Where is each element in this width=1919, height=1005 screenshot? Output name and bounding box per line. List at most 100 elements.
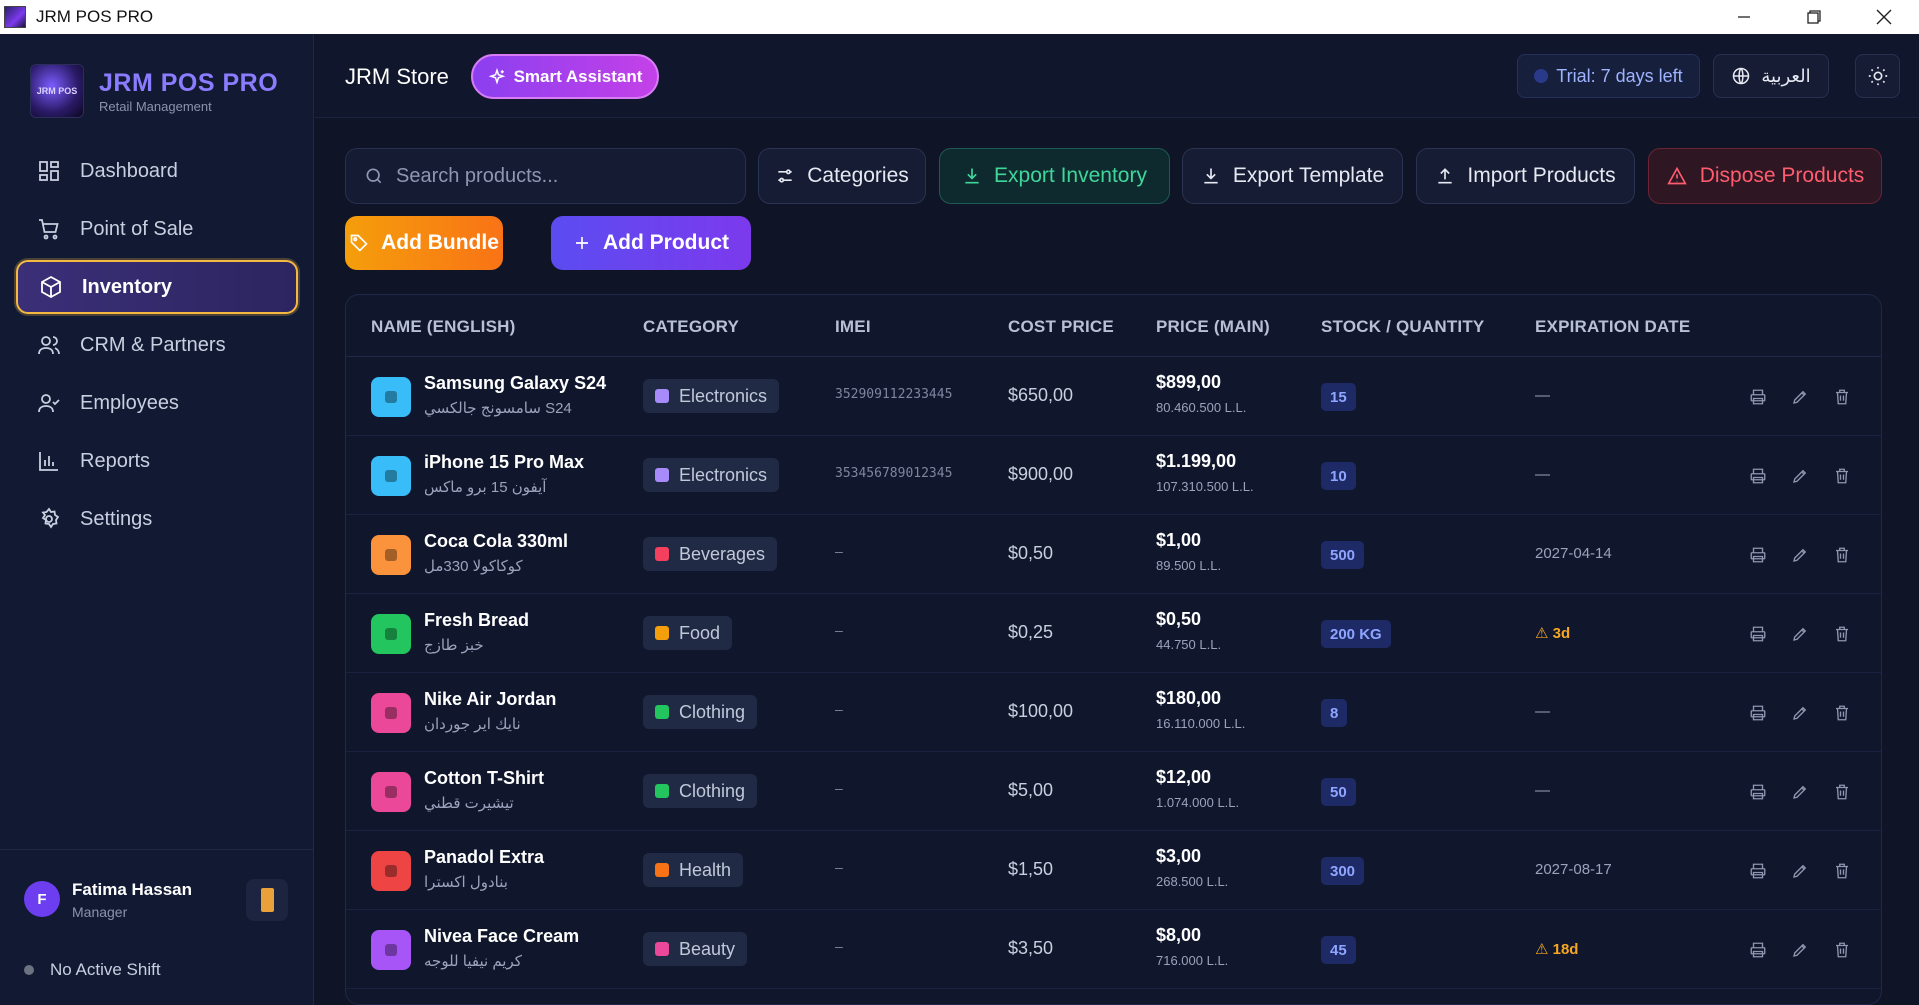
table-row[interactable]: Fresh Bread خبز طازج Food – $0,25 $0,50 44.750… (346, 594, 1881, 673)
expiration-date: — (1535, 703, 1550, 720)
sidebar-item-inventory[interactable]: Inventory (16, 260, 298, 314)
sidebar-item-settings[interactable]: Settings (16, 492, 298, 546)
delete-icon[interactable] (1830, 622, 1854, 646)
edit-icon[interactable] (1788, 464, 1812, 488)
print-icon[interactable] (1746, 701, 1770, 725)
window-controls (1709, 0, 1919, 34)
product-name: Cotton T-Shirt (424, 768, 544, 788)
sidebar-item-label: CRM & Partners (80, 333, 226, 356)
sparkle-icon (488, 67, 505, 85)
close-icon (1876, 9, 1892, 25)
sidebar-item-point-of-sale[interactable]: Point of Sale (16, 202, 298, 256)
add-product-button[interactable]: Add Product (551, 216, 751, 270)
row-actions (1746, 938, 1872, 962)
export-inventory-button[interactable]: Export Inventory (939, 148, 1170, 204)
table-row[interactable]: Coca Cola 330ml كوكاكولا 330مل Beverages – $… (346, 515, 1881, 594)
edit-icon[interactable] (1788, 859, 1812, 883)
sidebar-item-label: Settings (80, 507, 153, 530)
table-row[interactable]: Panadol Extra بنادول اكسترا Health – $1,50 $3… (346, 831, 1881, 910)
product-image (371, 377, 411, 417)
expiration-date: 2027-08-17 (1535, 861, 1612, 878)
edit-icon[interactable] (1788, 385, 1812, 409)
delete-icon[interactable] (1830, 701, 1854, 725)
product-name: Samsung Galaxy S24 (424, 373, 607, 393)
delete-icon[interactable] (1830, 464, 1854, 488)
category-label: Beverages (679, 543, 766, 564)
column-header-name[interactable]: NAME (ENGLISH) (371, 317, 515, 337)
edit-icon[interactable] (1788, 780, 1812, 804)
category-badge: Clothing (643, 774, 758, 808)
theme-toggle-button[interactable] (1855, 54, 1900, 98)
sidebar: JRM POS JRM POS PRO Retail Management Da… (0, 34, 314, 1005)
price-lbp: 1.074.000 L.L. (1156, 795, 1240, 810)
category-icon (655, 389, 669, 403)
print-icon[interactable] (1746, 622, 1770, 646)
brand: JRM POS JRM POS PRO Retail Management (30, 64, 278, 118)
column-header-expiration[interactable]: EXPIRATION DATE (1535, 317, 1690, 337)
edit-icon[interactable] (1788, 543, 1812, 567)
dashboard-icon (36, 158, 62, 184)
close-button[interactable] (1849, 0, 1919, 34)
delete-icon[interactable] (1830, 859, 1854, 883)
table-row[interactable]: Nivea Face Cream كريم نيفيا للوجه Beauty – $… (346, 910, 1881, 989)
price-lbp: 107.310.500 L.L. (1156, 479, 1254, 494)
categories-button[interactable]: Categories (758, 148, 926, 204)
category-icon (655, 468, 669, 482)
search-input[interactable] (396, 164, 716, 188)
search-box[interactable] (345, 148, 746, 204)
import-products-button[interactable]: Import Products (1416, 148, 1635, 204)
column-header-stock[interactable]: STOCK / QUANTITY (1321, 317, 1484, 337)
sidebar-item-reports[interactable]: Reports (16, 434, 298, 488)
category-badge: Electronics (643, 458, 780, 492)
column-header-category[interactable]: CATEGORY (643, 317, 739, 337)
delete-icon[interactable] (1830, 543, 1854, 567)
delete-icon[interactable] (1830, 385, 1854, 409)
print-icon[interactable] (1746, 780, 1770, 804)
edit-icon[interactable] (1788, 938, 1812, 962)
column-header-imei[interactable]: IMEI (835, 317, 871, 337)
column-header-price[interactable]: PRICE (MAIN) (1156, 317, 1270, 337)
print-icon[interactable] (1746, 938, 1770, 962)
user-check-icon (36, 390, 62, 416)
inventory-table: NAME (ENGLISH) CATEGORY IMEI COST PRICE … (345, 294, 1882, 1005)
category-icon (655, 942, 669, 956)
print-icon[interactable] (1746, 464, 1770, 488)
avatar[interactable]: F (24, 881, 60, 917)
stock-badge: 8 (1321, 699, 1348, 727)
tag-icon (350, 234, 368, 252)
dispose-products-button[interactable]: Dispose Products (1648, 148, 1882, 204)
print-icon[interactable] (1746, 385, 1770, 409)
table-row[interactable]: Nike Air Jordan نايك اير جوردان Clothing – $… (346, 673, 1881, 752)
column-header-cost-price[interactable]: COST PRICE (1008, 317, 1114, 337)
logout-button[interactable] (246, 879, 288, 921)
stock-badge: 15 (1321, 383, 1356, 411)
export-template-button[interactable]: Export Template (1182, 148, 1403, 204)
edit-icon[interactable] (1788, 701, 1812, 725)
minimize-button[interactable] (1709, 0, 1779, 34)
expiration-date: 2027-04-14 (1535, 545, 1612, 562)
edit-icon[interactable] (1788, 622, 1812, 646)
sidebar-item-crm-partners[interactable]: CRM & Partners (16, 318, 298, 372)
trial-badge[interactable]: Trial: 7 days left (1517, 54, 1700, 98)
add-bundle-button[interactable]: Add Bundle (345, 216, 503, 270)
smart-assistant-button[interactable]: Smart Assistant (471, 54, 659, 99)
table-row[interactable]: iPhone 15 Pro Max آيفون 15 برو ماكس Electr… (346, 436, 1881, 515)
sidebar-item-employees[interactable]: Employees (16, 376, 298, 430)
restore-button[interactable] (1779, 0, 1849, 34)
print-icon[interactable] (1746, 543, 1770, 567)
dispose-products-label: Dispose Products (1699, 164, 1865, 187)
language-button[interactable]: العربية (1713, 54, 1829, 98)
imei-value: – (835, 940, 843, 955)
delete-icon[interactable] (1830, 780, 1854, 804)
sidebar-item-dashboard[interactable]: Dashboard (16, 144, 298, 198)
print-icon[interactable] (1746, 859, 1770, 883)
price-lbp: 89.500 L.L. (1156, 558, 1222, 573)
delete-icon[interactable] (1830, 938, 1854, 962)
table-row[interactable]: Samsung Galaxy S24 سامسونج جالكسي S24 Elec… (346, 357, 1881, 436)
product-image (371, 614, 411, 654)
minimize-icon (1738, 16, 1750, 18)
category-badge: Health (643, 853, 744, 887)
imei-value: – (835, 782, 843, 797)
user-panel: F Fatima Hassan Manager No Active Shift (0, 849, 314, 1005)
table-row[interactable]: Cotton T-Shirt تيشيرت قطني Clothing – $5,00 $… (346, 752, 1881, 831)
